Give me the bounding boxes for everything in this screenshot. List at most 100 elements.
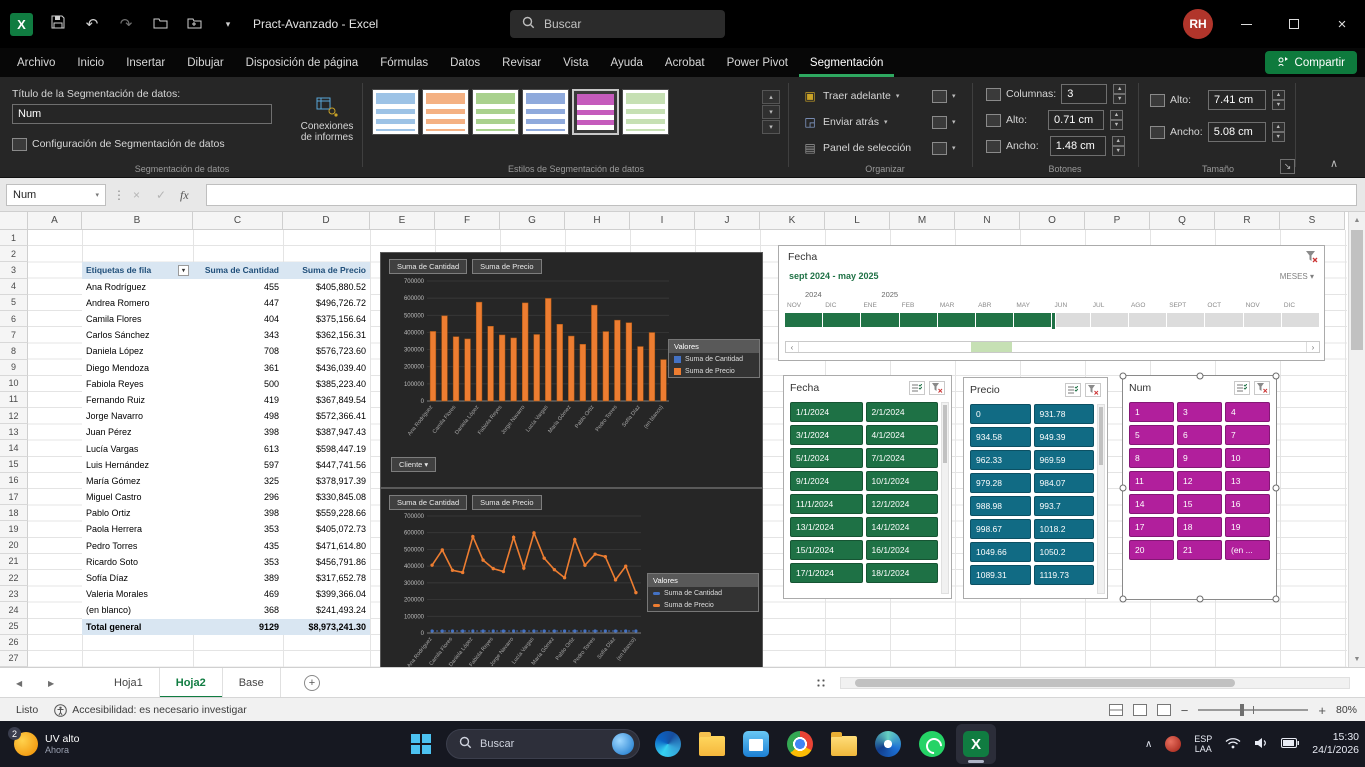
pivot-cell[interactable]: (en blanco) — [82, 602, 193, 619]
slicer-item-7[interactable]: 7 — [1225, 425, 1270, 445]
slicer-item-15[interactable]: 15 — [1177, 494, 1222, 514]
horizontal-scrollbar[interactable] — [840, 677, 1350, 689]
pivot-cell[interactable]: Miguel Castro — [82, 489, 193, 506]
timeline-scroll-left-icon[interactable]: ‹ — [786, 342, 799, 352]
shape-height-input[interactable] — [1208, 90, 1267, 110]
row-header-15[interactable]: 15 — [0, 456, 28, 473]
slicer-item-17-1-2024[interactable]: 17/1/2024 — [790, 563, 863, 583]
pivot-cell[interactable]: $367,849.54 — [283, 391, 370, 409]
pivot-cell[interactable]: $241,493.24 — [283, 602, 370, 619]
row-header-24[interactable]: 24 — [0, 602, 28, 619]
taskbar-app-folder[interactable] — [824, 724, 864, 764]
clock[interactable]: 15:30 24/1/2026 — [1312, 731, 1359, 757]
pivot-table[interactable]: Etiquetas de fila ▾ Suma de Cantidad Suma d… — [82, 262, 370, 635]
weather-widget[interactable]: 2 UV alto Ahora — [8, 725, 85, 763]
column-header-l[interactable]: L — [825, 212, 890, 230]
slicer-style-thumbnail-6[interactable] — [622, 89, 669, 135]
selection-handle[interactable] — [1119, 595, 1127, 603]
column-header-o[interactable]: O — [1020, 212, 1085, 230]
slicer-item-en[interactable]: (en ... — [1225, 540, 1270, 560]
selection-handle[interactable] — [1272, 595, 1280, 603]
button-width-input[interactable] — [1049, 136, 1106, 156]
slicer-item-3-1-2024[interactable]: 3/1/2024 — [790, 425, 863, 445]
timeline-month-may-6[interactable]: MAY — [1014, 302, 1053, 327]
pivot-cell[interactable]: Pedro Torres — [82, 537, 193, 554]
selection-handle[interactable] — [1272, 372, 1280, 380]
enter-icon[interactable]: ✓ — [156, 184, 166, 206]
column-header-s[interactable]: S — [1280, 212, 1345, 230]
pivot-cell[interactable]: $8,973,241.30 — [283, 618, 370, 635]
column-header-r[interactable]: R — [1215, 212, 1280, 230]
pivot-cell[interactable]: $456,791.86 — [283, 553, 370, 570]
language-indicator[interactable]: ESP LAA — [1194, 734, 1212, 754]
pivot-cell[interactable]: $447,741.56 — [283, 456, 370, 473]
pivot-cell[interactable]: $387,947.43 — [283, 424, 370, 441]
slicer-item-5-1-2024[interactable]: 5/1/2024 — [790, 448, 863, 468]
row-header-9[interactable]: 9 — [0, 359, 28, 376]
timeline-month-nov-12[interactable]: NOV — [1243, 302, 1282, 327]
share-button[interactable]: Compartir — [1264, 51, 1357, 74]
pivot-cell[interactable]: $576,723.60 — [283, 343, 370, 360]
pivot-cell[interactable]: $362,156.31 — [283, 327, 370, 344]
slicer-item-18[interactable]: 18 — [1177, 517, 1222, 537]
sheet-nav-prev-icon[interactable]: ◀ — [16, 668, 22, 698]
chart-legend-item[interactable]: Suma de Cantidad — [669, 353, 759, 365]
slicer-item-14-1-2024[interactable]: 14/1/2024 — [865, 517, 938, 537]
slicer-item-993-7[interactable]: 993.7 — [1033, 496, 1094, 516]
row-header-25[interactable]: 25 — [0, 618, 28, 635]
selection-handle[interactable] — [1196, 372, 1203, 380]
pivot-cell[interactable]: 447 — [193, 294, 283, 311]
vertical-scrollbar[interactable]: ▲ ▼ — [1348, 212, 1365, 667]
pivot-cell[interactable]: Fabiola Reyes — [82, 375, 193, 392]
button-height-input[interactable] — [1048, 110, 1105, 130]
taskbar-app-browser[interactable] — [868, 724, 908, 764]
row-header-26[interactable]: 26 — [0, 634, 28, 651]
taskbar-app-excel[interactable]: X — [956, 724, 996, 764]
slicer-item-19[interactable]: 19 — [1225, 517, 1270, 537]
timeline-month-jul-8[interactable]: JUL — [1090, 302, 1129, 327]
sheet-tab-hoja2[interactable]: Hoja2 — [159, 668, 223, 698]
pivot-cell[interactable]: 353 — [193, 553, 283, 570]
slicer-scroll-thumb[interactable] — [943, 405, 947, 463]
slicer-style-thumbnail-3[interactable] — [472, 89, 519, 135]
row-header-20[interactable]: 20 — [0, 537, 28, 554]
pivot-cell[interactable]: $317,652.78 — [283, 569, 370, 587]
timeline-month-oct-11[interactable]: OCT — [1205, 302, 1244, 327]
shape-height-spinner[interactable]: ▲ ▼ — [1272, 90, 1286, 110]
row-header-21[interactable]: 21 — [0, 553, 28, 570]
slicer-item-1-1-2024[interactable]: 1/1/2024 — [790, 402, 863, 422]
column-header-k[interactable]: K — [760, 212, 825, 230]
pivot-cell[interactable]: 325 — [193, 472, 283, 490]
taskbar-app-file-explorer[interactable] — [692, 724, 732, 764]
pivot-cell[interactable]: Andrea Romero — [82, 294, 193, 311]
timeline-month-abr-5[interactable]: ABR — [976, 302, 1015, 327]
pivot-cell[interactable]: $598,447.19 — [283, 440, 370, 457]
slicer-item-18-1-2024[interactable]: 18/1/2024 — [865, 563, 938, 583]
slicer-fecha[interactable]: Fecha 1/1/2024 2/1/2024 3/1/2024 4/1/2024 5/1… — [783, 375, 952, 599]
ribbon-tab-revisar[interactable]: Revisar — [491, 48, 552, 77]
row-header-18[interactable]: 18 — [0, 505, 28, 522]
selection-pane-button[interactable]: ▤ Panel de selección — [802, 137, 911, 159]
page-layout-view-icon[interactable] — [1132, 704, 1147, 716]
chart-legend-item[interactable]: Suma de Cantidad — [648, 587, 758, 599]
slicer-scroll-thumb[interactable] — [1099, 407, 1103, 465]
pivot-cell[interactable]: Paola Herrera — [82, 521, 193, 538]
ribbon-tab-power-pivot[interactable]: Power Pivot — [716, 48, 799, 77]
row-header-16[interactable]: 16 — [0, 472, 28, 489]
row-header-2[interactable]: 2 — [0, 246, 28, 263]
timeline-period-dropdown[interactable]: MESES ▾ — [1280, 272, 1314, 281]
slicer-item-984-07[interactable]: 984.07 — [1033, 473, 1094, 493]
pivot-cell[interactable]: Daniela López — [82, 343, 193, 360]
clear-filter-icon[interactable] — [1085, 383, 1101, 397]
slicer-style-thumbnail-1[interactable] — [372, 89, 419, 135]
name-box-dropdown-icon[interactable]: ▾ — [95, 191, 99, 199]
columns-spinner[interactable]: ▲ ▼ — [1113, 84, 1127, 104]
maximize-button[interactable] — [1271, 0, 1317, 48]
slicer-num[interactable]: Num 1 3 4 5 6 7 8 9 10 11 12 13 14 15 16 17 18 19 20 21 (en .… — [1119, 372, 1280, 603]
slicer-caption-input[interactable] — [12, 104, 272, 124]
slicer-item-2-1-2024[interactable]: 2/1/2024 — [865, 402, 938, 422]
slicer-item-1089-31[interactable]: 1089.31 — [970, 565, 1031, 585]
pivot-cell[interactable]: Ricardo Soto — [82, 553, 193, 570]
ribbon-tab-ayuda[interactable]: Ayuda — [600, 48, 654, 77]
zoom-out-icon[interactable]: − — [1181, 703, 1189, 718]
